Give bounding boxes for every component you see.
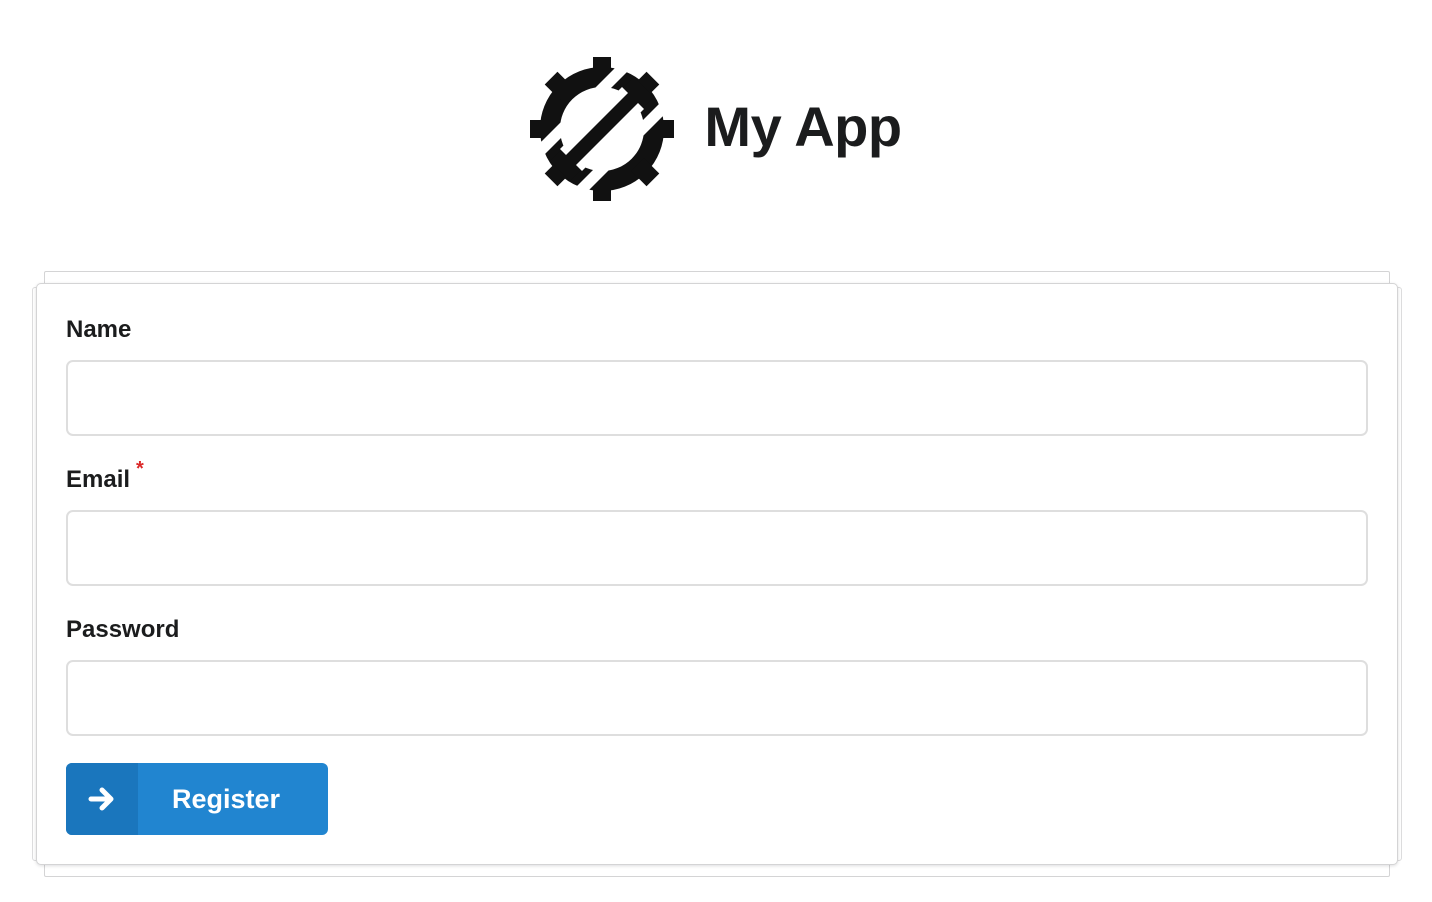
password-label: Password	[66, 616, 180, 643]
gear-slash-logo-icon	[530, 57, 675, 201]
password-field[interactable]	[66, 660, 1368, 736]
register-button[interactable]: Register	[66, 763, 328, 835]
app-title: My App	[704, 95, 902, 158]
register-button-icon-box	[66, 763, 138, 835]
register-button-label: Register	[171, 783, 281, 814]
email-field[interactable]	[66, 510, 1368, 586]
register-form: Name Email * Password Register	[36, 283, 1398, 865]
email-label-text: Email	[66, 466, 131, 493]
app-header: My App	[0, 56, 1432, 202]
name-label: Name	[66, 316, 132, 343]
name-field[interactable]	[66, 360, 1368, 436]
required-marker: *	[136, 458, 144, 480]
arrow-right-icon	[88, 787, 114, 811]
email-label: Email *	[66, 458, 144, 494]
register-form-stack: Name Email * Password Register	[32, 271, 1402, 877]
